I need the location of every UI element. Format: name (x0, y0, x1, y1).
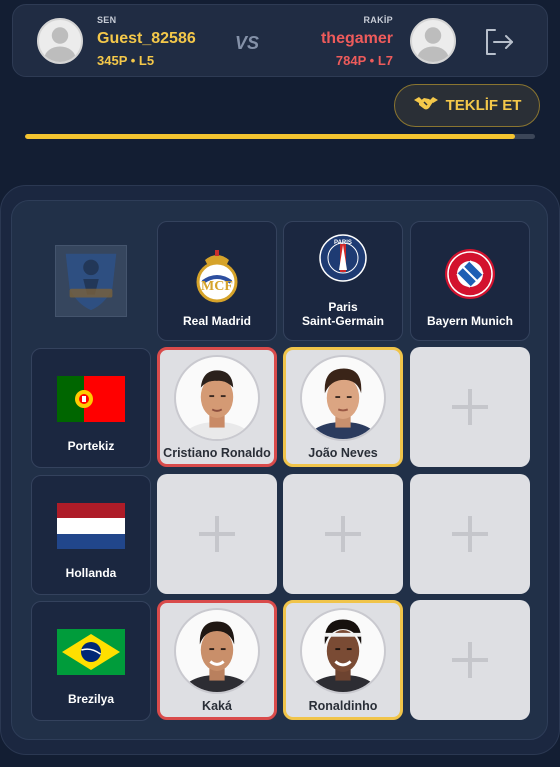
turn-timer-bar (25, 134, 535, 139)
player-name-label: João Neves (308, 446, 378, 460)
grid-cell-netherlands-real-madrid[interactable] (157, 474, 277, 594)
user-avatar-icon (37, 18, 83, 64)
vs-label: VS (235, 33, 260, 53)
tactico-logo (55, 245, 127, 317)
offer-button-label: TEKLİF ET (445, 97, 522, 114)
row-header-netherlands: Hollanda (31, 475, 151, 595)
player-name-label: Ronaldinho (308, 699, 378, 713)
plus-icon (197, 514, 237, 554)
svg-text:PARIS: PARIS (334, 240, 352, 246)
netherlands-flag (57, 503, 125, 549)
row-name: Portekiz (67, 439, 115, 453)
player-name: Guest_82586 (97, 30, 196, 47)
row-name: Brezilya (67, 692, 115, 706)
svg-text:MCF: MCF (201, 279, 233, 294)
grid-cell-netherlands-psg[interactable] (283, 474, 403, 594)
real-madrid-crest: MCF (189, 248, 245, 304)
player-stats: 345P • L5 (97, 53, 155, 68)
bayern-munich-crest (442, 248, 498, 304)
plus-icon (450, 640, 490, 680)
opponent-name: thegamer (320, 30, 393, 47)
plus-icon (323, 514, 363, 554)
offer-button[interactable]: TEKLİF ET (394, 84, 540, 127)
row-name: Hollanda (65, 566, 117, 580)
opponent-role-label: RAKİP (363, 15, 393, 25)
logout-icon[interactable] (483, 27, 515, 57)
brazil-flag (57, 629, 125, 675)
match-header: SEN Guest_82586 345P • L5 VS RAKİP thega… (12, 4, 548, 77)
row-header-brazil: Brezilya (31, 601, 151, 721)
column-header-real-madrid: MCF Real Madrid (157, 221, 277, 341)
column-name: Bayern Munich (426, 314, 513, 328)
player-portrait (300, 608, 386, 694)
player-portrait (174, 355, 260, 441)
column-header-bayern: Bayern Munich (410, 221, 530, 341)
column-name: Paris Saint-Germain (301, 300, 385, 328)
row-header-portugal: Portekiz (31, 348, 151, 468)
grid-cell-netherlands-bayern[interactable] (410, 474, 530, 594)
portugal-flag (57, 376, 125, 422)
grid-cell-portugal-psg[interactable]: João Neves (283, 347, 403, 467)
grid-cell-brazil-psg[interactable]: Ronaldinho (283, 600, 403, 720)
plus-icon (450, 387, 490, 427)
player-role-label: SEN (97, 15, 117, 25)
opponent-stats: 784P • L7 (335, 53, 393, 68)
opponent-avatar-icon (410, 18, 456, 64)
plus-icon (450, 514, 490, 554)
grid-cell-portugal-real-madrid[interactable]: Cristiano Ronaldo (157, 347, 277, 467)
handshake-icon (413, 94, 439, 118)
psg-crest: PARIS (315, 234, 371, 290)
column-name: Real Madrid (182, 314, 251, 328)
grid-cell-brazil-bayern[interactable] (410, 600, 530, 720)
column-header-psg: PARIS Paris Saint-Germain (283, 221, 403, 341)
player-portrait (300, 355, 386, 441)
player-name-label: Kaká (202, 699, 232, 713)
grid-cell-brazil-real-madrid[interactable]: Kaká (157, 600, 277, 720)
player-portrait (174, 608, 260, 694)
turn-timer-fill (25, 134, 515, 139)
grid-cell-portugal-bayern[interactable] (410, 347, 530, 467)
player-name-label: Cristiano Ronaldo (163, 446, 271, 460)
